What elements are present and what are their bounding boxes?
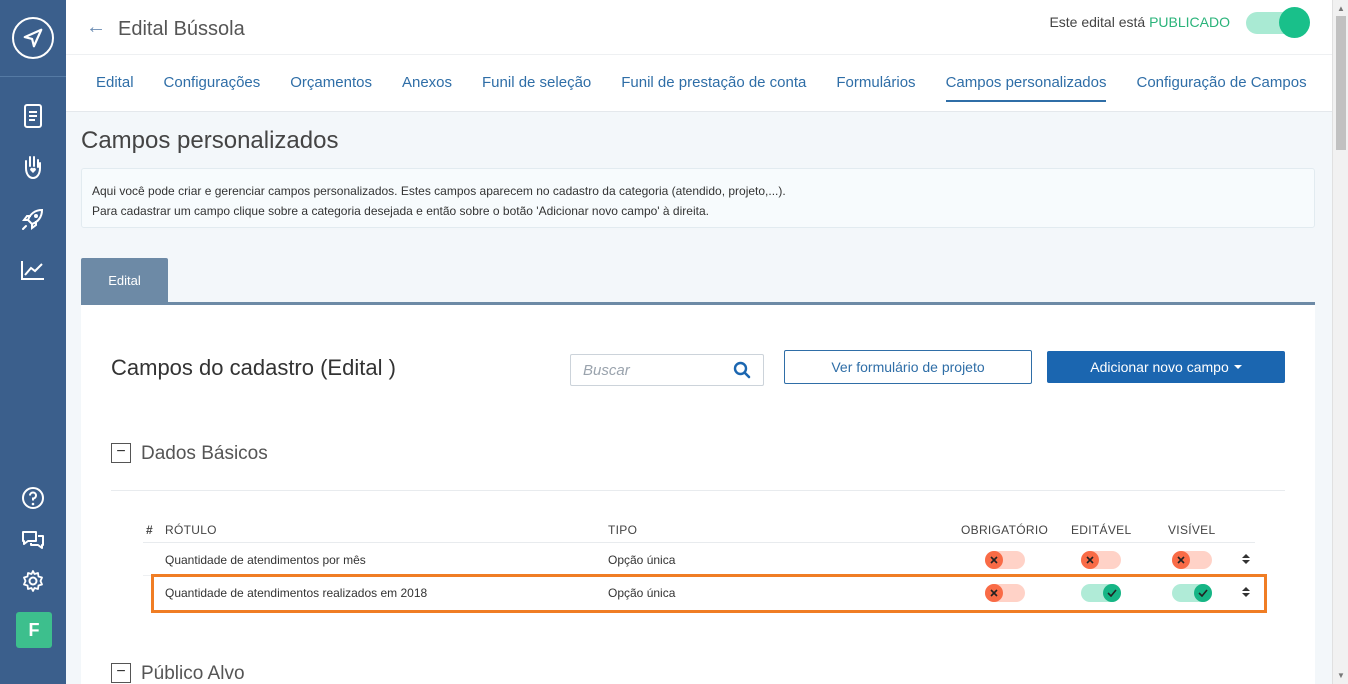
search-icon[interactable]: [733, 361, 751, 384]
group-collapse-toggle[interactable]: −: [111, 443, 131, 463]
document-icon[interactable]: [19, 102, 47, 130]
group-title[interactable]: Dados Básicos: [141, 443, 268, 465]
page-title: Edital Bússola: [118, 18, 245, 40]
chat-icon[interactable]: [19, 526, 47, 554]
rocket-icon[interactable]: [19, 205, 47, 233]
hand-heart-icon[interactable]: [19, 153, 47, 181]
tab-orcamentos[interactable]: Orçamentos: [290, 74, 372, 91]
row-type: Opção única: [608, 553, 676, 567]
gear-icon[interactable]: [19, 567, 47, 595]
scroll-up-icon[interactable]: ▲: [1337, 4, 1345, 13]
header-divider: [66, 54, 1332, 55]
tab-funil-prestacao[interactable]: Funil de prestação de conta: [621, 74, 806, 91]
fields-panel: Campos do cadastro (Edital ) Ver formulá…: [81, 305, 1315, 684]
edital-tabs: Edital Configurações Orçamentos Anexos F…: [96, 74, 1337, 102]
visible-toggle[interactable]: [1172, 551, 1212, 569]
search-box: [570, 354, 764, 386]
column-header-type: TIPO: [608, 523, 638, 537]
column-header-label: RÓTULO: [165, 523, 217, 537]
section-title: Campos personalizados: [81, 127, 339, 154]
close-icon: [1081, 551, 1099, 569]
column-header-editable: EDITÁVEL: [1071, 523, 1132, 537]
header: ← Edital Bússola Este edital está PUBLIC…: [66, 0, 1332, 112]
column-header-number: #: [146, 523, 153, 537]
tab-campos-personalizados[interactable]: Campos personalizados: [945, 74, 1106, 102]
tab-edital[interactable]: Edital: [96, 74, 134, 91]
group-collapse-toggle[interactable]: −: [111, 663, 131, 683]
tab-configuracao-campos[interactable]: Configuração de Campos: [1136, 74, 1306, 91]
editable-toggle[interactable]: [1081, 551, 1121, 569]
tab-funil-selecao[interactable]: Funil de seleção: [482, 74, 591, 91]
add-field-button[interactable]: Adicionar novo campo: [1047, 351, 1285, 383]
group-title[interactable]: Público Alvo: [141, 663, 245, 684]
publish-status-value: PUBLICADO: [1149, 14, 1230, 30]
tab-anexos[interactable]: Anexos: [402, 74, 452, 91]
info-box: Aqui você pode criar e gerenciar campos …: [81, 168, 1315, 228]
publish-status: Este edital está PUBLICADO: [1049, 14, 1230, 30]
sidebar-divider: [0, 76, 66, 77]
scrollbar[interactable]: ▲ ▼: [1332, 0, 1348, 684]
chart-line-icon[interactable]: [19, 256, 47, 284]
avatar[interactable]: F: [16, 612, 52, 648]
required-toggle[interactable]: [985, 551, 1025, 569]
help-icon[interactable]: [19, 484, 47, 512]
column-header-visible: VISÍVEL: [1168, 523, 1216, 537]
close-icon: [985, 551, 1003, 569]
table-header-divider: [143, 542, 1255, 543]
scroll-down-icon[interactable]: ▼: [1337, 671, 1345, 680]
publish-toggle[interactable]: [1246, 7, 1310, 38]
tab-configuracoes[interactable]: Configurações: [164, 74, 261, 91]
search-input[interactable]: [583, 355, 733, 385]
sort-handle-icon[interactable]: [1242, 554, 1250, 566]
view-form-button[interactable]: Ver formulário de projeto: [784, 350, 1032, 384]
publish-toggle-knob: [1279, 7, 1310, 38]
column-header-required: OBRIGATÓRIO: [961, 523, 1049, 537]
group-divider: [111, 490, 1285, 491]
panel-title: Campos do cadastro (Edital ): [111, 355, 396, 380]
row-label[interactable]: Quantidade de atendimentos por mês: [165, 553, 366, 567]
category-tab-edital[interactable]: Edital: [81, 258, 168, 302]
scrollbar-thumb[interactable]: [1336, 16, 1346, 150]
close-icon: [1172, 551, 1190, 569]
sidebar: F: [0, 0, 66, 684]
highlight-box: [151, 574, 1267, 613]
tab-formularios[interactable]: Formulários: [836, 74, 915, 91]
back-arrow-icon[interactable]: ←: [86, 16, 106, 39]
caret-down-icon: [1233, 365, 1242, 369]
compass-logo-icon[interactable]: [12, 17, 54, 59]
